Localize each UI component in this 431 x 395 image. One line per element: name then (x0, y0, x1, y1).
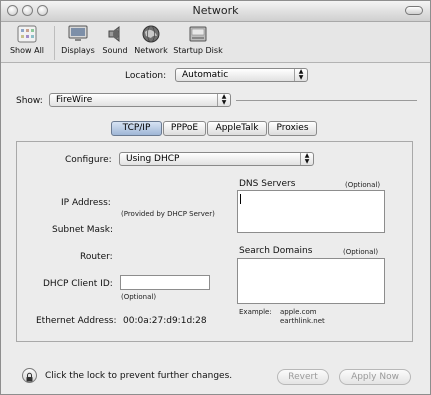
network-button[interactable]: Network (133, 22, 169, 55)
show-all-button[interactable]: Show All (5, 22, 49, 55)
show-all-icon (16, 24, 38, 44)
tab-label: TCP/IP (122, 123, 151, 133)
show-popup[interactable]: FireWire ▲ ▼ (49, 93, 231, 107)
sound-button[interactable]: Sound (99, 22, 131, 55)
divider (236, 100, 417, 101)
displays-icon (67, 24, 89, 44)
globe-icon (140, 24, 162, 44)
ethernet-address-label: Ethernet Address: (36, 316, 117, 326)
dns-servers-label: DNS Servers (239, 179, 296, 189)
tab-pppoe[interactable]: PPPoE (163, 121, 206, 136)
title-bar: Network (1, 1, 430, 22)
tab-proxies[interactable]: Proxies (268, 121, 317, 136)
tab-label: Proxies (276, 123, 309, 133)
ethernet-address-value: 00:0a:27:d9:1d:28 (123, 316, 207, 326)
search-domains-field[interactable] (237, 258, 385, 304)
location-value: Automatic (182, 70, 229, 80)
show-all-label: Show All (9, 46, 45, 55)
search-optional-note: (Optional) (343, 248, 379, 256)
displays-button[interactable]: Displays (59, 22, 97, 55)
show-value: FireWire (56, 95, 93, 105)
dns-optional-note: (Optional) (345, 181, 381, 189)
window-title: Network (192, 4, 239, 17)
lock-message: Click the lock to prevent further change… (45, 371, 233, 381)
configure-label: Configure: (65, 155, 112, 165)
network-preferences-window: Network Show All Displays Sound Network … (0, 0, 431, 395)
revert-button[interactable]: Revert (277, 369, 329, 385)
disk-icon (187, 24, 209, 44)
popup-arrows-icon: ▲ ▼ (294, 69, 307, 81)
show-label: Show: (16, 96, 43, 106)
tab-label: AppleTalk (215, 123, 259, 133)
dhcp-optional-note: (Optional) (121, 293, 157, 301)
dhcp-client-id-field[interactable] (120, 275, 210, 290)
sound-label: Sound (102, 46, 128, 55)
speaker-icon (104, 24, 126, 44)
example-domain-2: earthlink.net (280, 317, 325, 325)
displays-label: Displays (61, 46, 95, 55)
tab-appletalk[interactable]: AppleTalk (207, 121, 267, 136)
lock-icon (26, 372, 33, 382)
example-domain-1: apple.com (280, 308, 317, 316)
popup-arrows-icon: ▲ ▼ (217, 94, 230, 106)
tcpip-panel (16, 141, 413, 342)
tab-tcpip[interactable]: TCP/IP (111, 121, 162, 136)
network-label: Network (134, 46, 168, 55)
configure-popup[interactable]: Using DHCP ▲ ▼ (119, 152, 314, 166)
tab-label: PPPoE (170, 123, 199, 133)
configure-value: Using DHCP (126, 154, 180, 164)
dns-servers-field[interactable] (237, 190, 385, 233)
subnet-mask-label: Subnet Mask: (52, 225, 113, 235)
toolbar: Show All Displays Sound Network Startup … (1, 22, 430, 63)
popup-arrows-icon: ▲ ▼ (300, 153, 313, 165)
apply-now-button[interactable]: Apply Now (339, 369, 411, 385)
dhcp-client-id-label: DHCP Client ID: (43, 279, 113, 289)
search-domains-label: Search Domains (239, 246, 313, 256)
toolbar-toggle-button[interactable] (405, 6, 423, 15)
location-popup[interactable]: Automatic ▲ ▼ (175, 68, 308, 82)
location-label: Location: (125, 71, 167, 81)
startup-disk-label: Startup Disk (173, 46, 223, 55)
ip-address-note: (Provided by DHCP Server) (121, 210, 215, 218)
ip-address-label: IP Address: (61, 198, 111, 208)
example-label: Example: (239, 308, 272, 316)
router-label: Router: (80, 252, 113, 262)
startup-disk-button[interactable]: Startup Disk (173, 22, 223, 55)
toolbar-separator (54, 26, 55, 60)
text-cursor (240, 194, 241, 204)
lock-button[interactable] (22, 368, 37, 383)
